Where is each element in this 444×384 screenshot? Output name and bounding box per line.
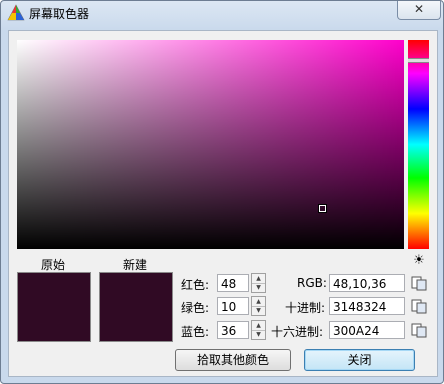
hex-format-label: 十六进制: (271, 325, 324, 339)
original-color-label: 原始 (41, 258, 66, 272)
blue-stepper[interactable]: ▲ ▼ (251, 320, 266, 340)
red-label: 红色: (181, 278, 210, 292)
pick-other-color-button[interactable]: 拾取其他颜色 (175, 349, 291, 371)
blue-input[interactable]: 36 (217, 321, 249, 339)
title-bar: 屏幕取色器 ✕ (1, 1, 443, 29)
spin-down-icon[interactable]: ▼ (252, 330, 265, 339)
hue-slider-handle[interactable] (408, 58, 429, 63)
green-label: 绿色: (181, 301, 210, 315)
decimal-value-field[interactable]: 3148324 (329, 297, 405, 315)
spin-down-icon[interactable]: ▼ (252, 306, 265, 315)
color-picker-window: 屏幕取色器 ✕ ☀ 原始 新建 红色: 48 ▲ ▼ 绿色: 10 ▲ ▼ 蓝色… (0, 0, 444, 384)
decimal-format-label: 十进制: (285, 301, 326, 315)
red-stepper[interactable]: ▲ ▼ (251, 273, 266, 293)
saturation-value-field[interactable] (17, 40, 404, 249)
hue-slider[interactable] (408, 40, 429, 249)
hex-value-field[interactable]: 300A24 (329, 321, 405, 339)
copy-icon[interactable] (411, 322, 427, 338)
app-icon (7, 4, 25, 21)
copy-icon[interactable] (411, 275, 427, 291)
rgb-format-label: RGB: (297, 276, 327, 290)
red-input[interactable]: 48 (217, 274, 249, 292)
rgb-value-field[interactable]: 48,10,36 (329, 274, 405, 292)
original-color-swatch (17, 272, 91, 342)
new-color-label: 新建 (123, 258, 148, 272)
copy-icon[interactable] (411, 298, 427, 314)
close-icon: ✕ (413, 2, 425, 16)
sun-icon[interactable]: ☀ (411, 253, 427, 269)
window-close-button[interactable]: ✕ (397, 1, 441, 20)
green-input[interactable]: 10 (217, 297, 249, 315)
color-cursor[interactable] (318, 204, 327, 213)
blue-label: 蓝色: (181, 325, 210, 339)
window-title: 屏幕取色器 (29, 7, 90, 21)
green-stepper[interactable]: ▲ ▼ (251, 296, 266, 316)
dialog-body: ☀ 原始 新建 红色: 48 ▲ ▼ 绿色: 10 ▲ ▼ 蓝色: 36 ▲ ▼… (8, 30, 438, 377)
spin-down-icon[interactable]: ▼ (252, 283, 265, 292)
close-button[interactable]: 关闭 (304, 349, 415, 371)
new-color-swatch (99, 272, 173, 342)
